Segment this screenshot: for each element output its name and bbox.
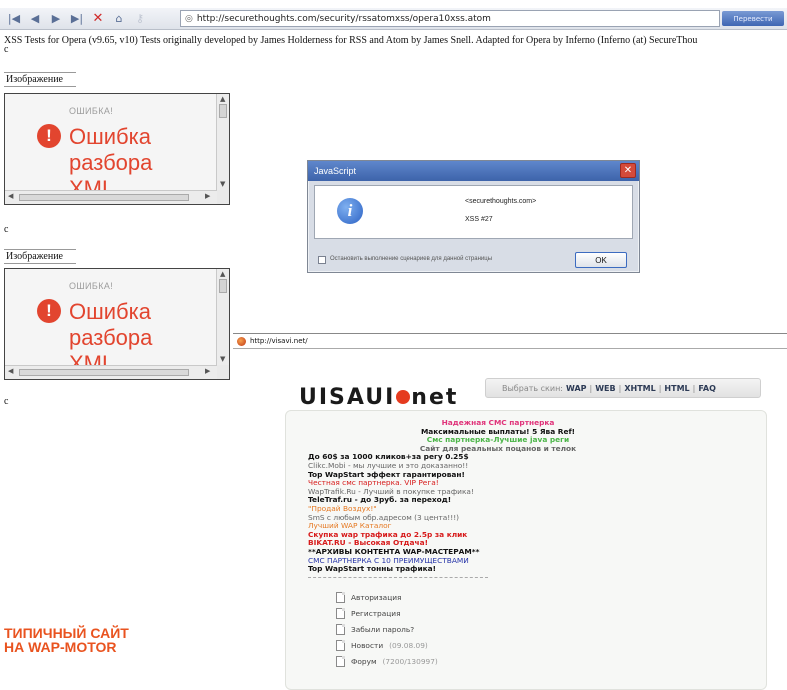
menu-item-label: Форум [351, 656, 377, 666]
ok-button[interactable]: OK [575, 252, 627, 268]
logo-text-right: net [411, 385, 459, 410]
vertical-scrollbar[interactable]: ▲ ▼ [216, 269, 229, 365]
text-c: c [4, 44, 9, 55]
error-line3: XML [69, 176, 115, 190]
scroll-thumb[interactable] [19, 369, 189, 376]
menu-item-label: Новости [351, 640, 384, 650]
caption-line2: НА WAP-MOTOR [4, 639, 117, 655]
image-label: Изображение [4, 249, 76, 264]
xml-error-content: ОШИБКА! ! Ошибка разбора XML [5, 269, 217, 365]
xml-error-frame: ОШИБКА! ! Ошибка разбора XML ▲ ▼ ◀ ▶ [4, 93, 230, 205]
horizontal-scrollbar[interactable]: ◀ ▶ [5, 365, 217, 379]
text-c: c [4, 396, 9, 407]
divider [308, 576, 488, 578]
error-small-title: ОШИБКА! [69, 281, 114, 291]
skin-xhtml-link[interactable]: XHTML [624, 384, 655, 393]
menu-item-label: Регистрация [351, 608, 401, 618]
scroll-thumb[interactable] [219, 279, 227, 293]
menu-item-forgot-password[interactable]: Забыли пароль? [336, 621, 438, 637]
menu-item-login[interactable]: Авторизация [336, 589, 438, 605]
scroll-right-icon[interactable]: ▶ [205, 367, 210, 375]
stop-scripts-label: Остановить выполнение сценариев для данн… [330, 256, 492, 262]
visavi-browser-window: http://visavi.net/ UISAUI net Выбрать ски… [233, 333, 787, 690]
text-c: c [4, 224, 9, 235]
page-icon [336, 639, 345, 651]
scroll-down-icon[interactable]: ▼ [220, 180, 225, 188]
stop-scripts-checkbox[interactable] [318, 256, 326, 264]
stop-icon[interactable]: ✕ [90, 11, 106, 27]
address-bar[interactable]: http://visavi.net/ [233, 333, 787, 349]
address-bar[interactable]: ◎ http://securethoughts.com/security/rss… [180, 10, 720, 27]
dialog-body: i <securethoughts.com> XSS #27 [314, 185, 633, 239]
menu-item-register[interactable]: Регистрация [336, 605, 438, 621]
skin-faq-link[interactable]: FAQ [698, 384, 716, 393]
error-line3: XML [69, 351, 115, 365]
error-small-title: ОШИБКА! [69, 106, 114, 116]
content-panel: Надежная СМС партнерка Максимальные выпл… [285, 410, 767, 690]
back-icon[interactable]: ◀ [27, 11, 43, 27]
error-line2: разбора [69, 325, 153, 350]
xml-error-content: ОШИБКА! ! Ошибка разбора XML [5, 94, 217, 190]
skin-html-link[interactable]: HTML [664, 384, 689, 393]
key-icon[interactable]: ⚷ [132, 11, 148, 27]
dialog-title: JavaScript [308, 161, 639, 181]
site-logo[interactable]: UISAUI net [299, 385, 458, 410]
close-icon[interactable]: ✕ [620, 163, 636, 178]
logo-dot-icon [396, 389, 411, 404]
dialog-message-origin: <securethoughts.com> [465, 198, 537, 205]
scroll-left-icon[interactable]: ◀ [8, 192, 13, 200]
horizontal-scrollbar[interactable]: ◀ ▶ [5, 190, 217, 204]
scroll-left-icon[interactable]: ◀ [8, 367, 13, 375]
menu-item-meta: (7200/130997) [382, 656, 438, 666]
xml-error-frame: ОШИБКА! ! Ошибка разбора XML ▲ ▼ ◀ ▶ [4, 268, 230, 380]
translate-button[interactable]: Перевести [722, 11, 784, 26]
scroll-thumb[interactable] [19, 194, 189, 201]
scroll-up-icon[interactable]: ▲ [220, 95, 225, 103]
rewind-icon[interactable]: |◀ [6, 11, 22, 27]
vertical-scrollbar[interactable]: ▲ ▼ [216, 94, 229, 190]
error-line1: Ошибка [69, 299, 151, 324]
home-icon[interactable]: ⌂ [111, 11, 127, 27]
fast-forward-icon[interactable]: ▶| [69, 11, 85, 27]
page-icon [336, 623, 345, 635]
image-label: Изображение [4, 72, 76, 87]
scroll-right-icon[interactable]: ▶ [205, 192, 210, 200]
skin-wap-link[interactable]: WAP [566, 384, 587, 393]
dialog-message-text: XSS #27 [465, 216, 493, 223]
browser-toolbar: |◀ ◀ ▶ ▶| ✕ ⌂ ⚷ ◎ http://securethoughts.… [0, 8, 787, 30]
forward-icon[interactable]: ▶ [48, 11, 64, 27]
site-favicon-icon [237, 336, 246, 346]
ad-link[interactable]: Top WapStart тонны трафика! [308, 564, 608, 574]
menu-item-meta: (09.08.09) [389, 640, 428, 650]
menu-item-forum[interactable]: Форум (7200/130997) [336, 653, 438, 669]
scroll-up-icon[interactable]: ▲ [220, 270, 225, 278]
error-icon: ! [37, 124, 61, 148]
scroll-down-icon[interactable]: ▼ [220, 355, 225, 363]
skin-prefix: Выбрать скин: [502, 383, 563, 393]
info-icon: i [337, 198, 363, 224]
address-url: http://visavi.net/ [250, 337, 308, 345]
page-header-text: XSS Tests for Opera (v9.65, v10) Tests o… [4, 35, 698, 46]
globe-icon: ◎ [185, 13, 193, 24]
skin-selector: Выбрать скин: WAP | WEB | XHTML | HTML | FAQ [485, 378, 761, 398]
error-line2: разбора [69, 150, 153, 175]
figure-caption: ТИПИЧНЫЙ САЙТ НА WAP-MOTOR [4, 626, 129, 654]
menu-item-news[interactable]: Новости (09.08.09) [336, 637, 438, 653]
menu-item-label: Забыли пароль? [351, 624, 415, 634]
error-line1: Ошибка [69, 124, 151, 149]
menu-item-label: Авторизация [351, 592, 402, 602]
page-icon [336, 607, 345, 619]
scroll-thumb[interactable] [219, 104, 227, 118]
page-icon [336, 655, 345, 667]
javascript-alert-dialog: JavaScript ✕ i <securethoughts.com> XSS … [307, 160, 640, 273]
caption-line1: ТИПИЧНЫЙ САЙТ [4, 625, 129, 641]
address-url: http://securethoughts.com/security/rssat… [196, 13, 491, 24]
page-icon [336, 591, 345, 603]
error-icon: ! [37, 299, 61, 323]
skin-web-link[interactable]: WEB [595, 384, 615, 393]
site-menu: Авторизация Регистрация Забыли пароль? Н… [336, 589, 438, 669]
ad-links-list: Надежная СМС партнерка Максимальные выпл… [308, 418, 608, 581]
logo-text-left: UISAUI [299, 385, 396, 410]
